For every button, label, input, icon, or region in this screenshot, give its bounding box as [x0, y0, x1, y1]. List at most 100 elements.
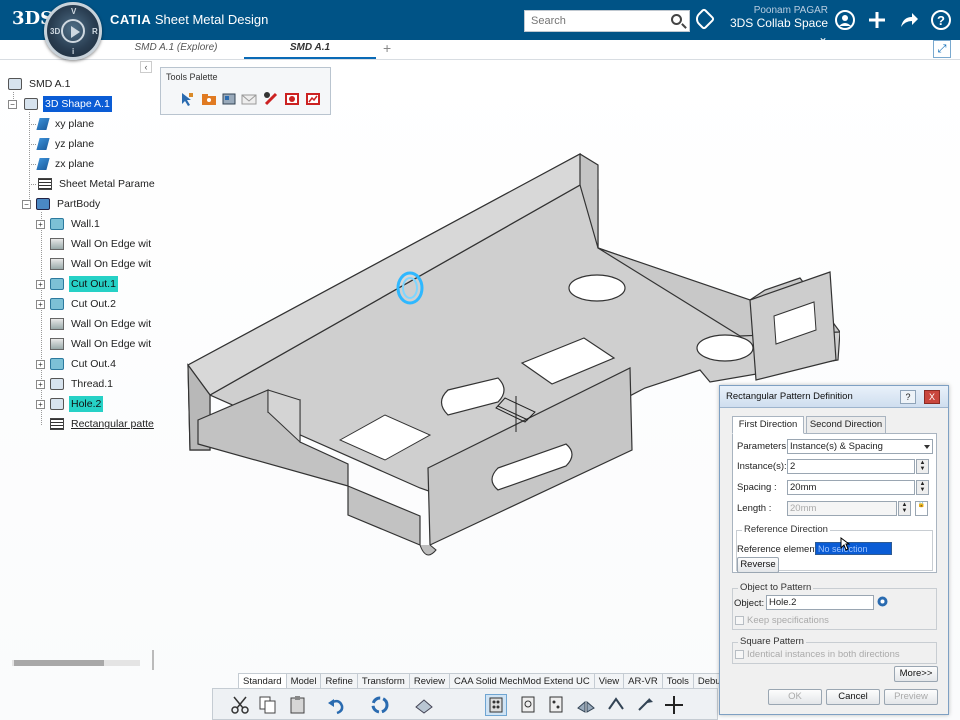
ok-button[interactable]: OK [768, 689, 822, 705]
parameters-combo[interactable]: Instance(s) & Spacing [787, 439, 933, 454]
tag-icon[interactable] [692, 7, 716, 31]
catalog-tool-icon[interactable] [221, 91, 237, 107]
search-input[interactable] [525, 11, 665, 31]
expand-toggle[interactable]: + [36, 220, 45, 229]
tree-item-root[interactable]: SMD A.1 [8, 76, 72, 92]
object-selector-icon[interactable] [876, 595, 889, 610]
circular-pattern-icon[interactable] [517, 694, 539, 716]
tab-smd-active[interactable]: SMD A.1 [244, 40, 376, 59]
cmd-tab-ar-vr[interactable]: AR-VR [624, 674, 663, 689]
capture-tool-icon[interactable] [284, 91, 300, 107]
dialog-help-button[interactable]: ? [900, 390, 916, 404]
search-icon[interactable] [671, 14, 682, 25]
tree-collapse-button[interactable]: ‹ [140, 61, 152, 73]
tree-item-cut-out-4[interactable]: Cut Out.4 [50, 356, 118, 372]
translate-icon[interactable] [635, 694, 657, 716]
tree-item-hole-2[interactable]: Hole.2 [50, 396, 104, 413]
visibility-icon[interactable] [413, 694, 435, 716]
undo-icon[interactable] [325, 694, 347, 716]
symmetry-icon[interactable] [605, 694, 627, 716]
cmd-tab-refine[interactable]: Refine [321, 674, 358, 689]
share-icon[interactable] [898, 9, 920, 31]
tree-item-zx-plane[interactable]: zx plane [36, 156, 96, 172]
cmd-tab-model[interactable]: Model [287, 674, 322, 689]
tree-item-cut-out-2[interactable]: Cut Out.2 [50, 296, 118, 312]
identical-instances-checkbox[interactable] [735, 650, 744, 659]
compass-widget[interactable]: V 3D R i [44, 2, 102, 60]
object-input[interactable]: Hole.2 [766, 595, 874, 610]
add-tab-button[interactable]: + [383, 40, 391, 56]
copy-icon[interactable] [257, 694, 279, 716]
user-menu[interactable]: Poonam PAGAR 3DS Collab Space ⌄ [720, 5, 828, 44]
cmd-tab-caa-solid[interactable]: CAA Solid MechMod Extend UC [450, 674, 595, 689]
move-axes-icon[interactable] [663, 694, 685, 716]
expand-toggle[interactable]: + [36, 280, 45, 289]
cmd-tab-tools[interactable]: Tools [663, 674, 694, 689]
expand-toggle[interactable]: + [36, 300, 45, 309]
dialog-close-button[interactable]: X [924, 390, 940, 404]
reverse-button[interactable]: Reverse [737, 557, 779, 573]
expand-icon[interactable]: ⤢ [933, 40, 951, 58]
play-icon[interactable] [61, 19, 85, 43]
mirror-icon[interactable] [575, 694, 597, 716]
snapshot-tool-icon[interactable] [305, 91, 321, 107]
tab-second-direction[interactable]: Second Direction [806, 416, 886, 434]
expand-toggle[interactable]: + [36, 380, 45, 389]
scrollbar-thumb[interactable] [14, 660, 104, 666]
tree-item-sheet-metal-params[interactable]: Sheet Metal Parame [38, 176, 157, 192]
preview-button[interactable]: Preview [884, 689, 938, 705]
user-avatar-icon[interactable] [834, 9, 856, 31]
tree-item-yz-plane[interactable]: yz plane [36, 136, 96, 152]
instances-stepper[interactable]: ▲ ▼ [916, 459, 929, 474]
tree-item-3d-shape[interactable]: 3D Shape A.1 [24, 96, 112, 113]
select-tool-icon[interactable] [179, 91, 195, 107]
tree-item-wall-on-edge-2[interactable]: Wall On Edge wit [50, 256, 153, 272]
collapse-toggle[interactable]: − [8, 100, 17, 109]
tree-item-rectangular-pattern[interactable]: Rectangular patte [50, 416, 156, 432]
expand-toggle[interactable]: + [36, 400, 45, 409]
paste-icon[interactable] [287, 694, 309, 716]
instances-input[interactable]: 2 [787, 459, 915, 474]
tree-item-wall-on-edge-4[interactable]: Wall On Edge wit [50, 336, 153, 352]
envelope-tool-icon[interactable] [241, 91, 257, 107]
add-icon[interactable] [866, 9, 888, 31]
app-name: Sheet Metal Design [154, 12, 269, 27]
cut-icon[interactable] [229, 694, 251, 716]
tree-item-wall-on-edge-3[interactable]: Wall On Edge wit [50, 316, 153, 332]
more-button[interactable]: More>> [894, 666, 938, 682]
hole-icon [50, 398, 64, 411]
tree-item-thread-1[interactable]: Thread.1 [50, 376, 115, 392]
wall-on-edge-icon [50, 338, 64, 351]
tree-horizontal-scrollbar[interactable] [12, 660, 140, 666]
cancel-button[interactable]: Cancel [826, 689, 880, 705]
measure-tool-icon[interactable] [263, 91, 279, 107]
tree-item-partbody[interactable]: PartBody [36, 196, 102, 212]
help-icon[interactable]: ? [930, 9, 952, 31]
tree-item-cut-out-1[interactable]: Cut Out.1 [50, 276, 118, 293]
cmd-tab-transform[interactable]: Transform [358, 674, 410, 689]
cmd-tab-standard[interactable]: Standard [239, 674, 287, 689]
tree-item-xy-plane[interactable]: xy plane [36, 116, 96, 132]
user-pattern-icon[interactable] [545, 694, 567, 716]
tree-item-wall-1[interactable]: Wall.1 [50, 216, 102, 232]
length-input[interactable]: 20mm [787, 501, 897, 516]
lock-icon[interactable]: 🔒 [915, 501, 928, 516]
cmd-tab-review[interactable]: Review [410, 674, 450, 689]
wall-on-edge-icon [50, 318, 64, 331]
update-icon[interactable] [369, 694, 391, 716]
search-box[interactable] [524, 10, 690, 32]
length-stepper[interactable]: ▲ ▼ [898, 501, 911, 516]
keep-specifications-checkbox[interactable] [735, 616, 744, 625]
panel-divider[interactable] [152, 650, 154, 670]
pattern-icon[interactable] [485, 694, 507, 716]
spacing-input[interactable]: 20mm [787, 480, 915, 495]
spacing-stepper[interactable]: ▲ ▼ [916, 480, 929, 495]
folder-tool-icon[interactable] [201, 91, 217, 107]
reference-element-field[interactable]: No selection [815, 542, 892, 555]
collapse-toggle[interactable]: − [22, 200, 31, 209]
tab-first-direction[interactable]: First Direction [732, 416, 804, 434]
tab-smd-explore[interactable]: SMD A.1 (Explore) [110, 40, 242, 59]
cmd-tab-view[interactable]: View [595, 674, 625, 689]
expand-toggle[interactable]: + [36, 360, 45, 369]
tree-item-wall-on-edge-1[interactable]: Wall On Edge wit [50, 236, 153, 252]
